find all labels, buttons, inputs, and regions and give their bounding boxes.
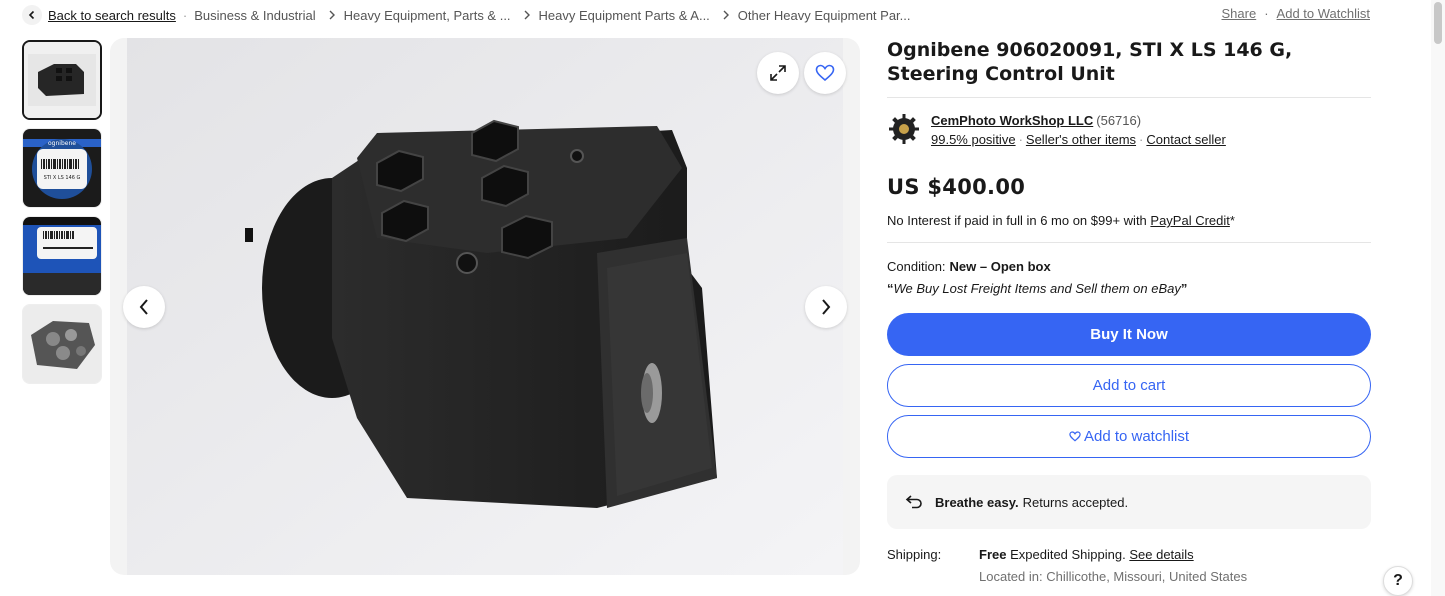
- thumbnail-3[interactable]: [22, 216, 102, 296]
- buy-it-now-button[interactable]: Buy It Now: [887, 313, 1371, 356]
- seller-avatar[interactable]: [887, 112, 921, 146]
- returns-icon: [905, 495, 922, 509]
- chevron-right-icon: [822, 299, 831, 315]
- thumbnail-2[interactable]: ognibene STI X LS 146 G: [22, 128, 102, 208]
- quote-close: ”: [1180, 281, 1188, 296]
- seller-note-text: We Buy Lost Freight Items and Sell them …: [893, 281, 1181, 296]
- paypal-credit-link[interactable]: PayPal Credit: [1150, 213, 1229, 228]
- back-chevron-icon[interactable]: [22, 5, 42, 25]
- expand-button[interactable]: [757, 52, 799, 94]
- thumbnail-1[interactable]: [22, 40, 102, 120]
- shipping-info: Shipping: Free Expedited Shipping. See d…: [887, 547, 1371, 584]
- seller-note: “We Buy Lost Freight Items and Sell them…: [887, 281, 1371, 296]
- product-photo: [127, 38, 843, 575]
- divider: [887, 242, 1371, 243]
- thumbnail-strip: ognibene STI X LS 146 G: [22, 40, 102, 392]
- top-actions: Share · Add to Watchlist: [1222, 6, 1371, 21]
- scrollbar-thumb[interactable]: [1434, 2, 1442, 44]
- help-button[interactable]: ?: [1383, 566, 1413, 596]
- listing-title: Ognibene 906020091, STI X LS 146 G, Stee…: [887, 39, 1293, 85]
- add-to-watchlist-button[interactable]: Add to watchlist: [887, 415, 1371, 458]
- thumbnail-brand-text: ognibene: [48, 140, 76, 147]
- heart-icon: [815, 64, 835, 82]
- scrollbar[interactable]: [1431, 0, 1445, 596]
- separator-dot: ·: [1139, 132, 1144, 147]
- contact-seller-link[interactable]: Contact seller: [1146, 132, 1225, 147]
- item-location: Located in: Chillicothe, Missouri, Unite…: [979, 569, 1248, 584]
- condition: Condition: New – Open box: [887, 259, 1371, 274]
- breadcrumb: Back to search results · Business & Indu…: [22, 4, 911, 26]
- divider: [887, 97, 1371, 98]
- thumbnail-label-text: STI X LS 146 G: [44, 175, 81, 181]
- share-link[interactable]: Share: [1222, 6, 1257, 21]
- returns-bold-text: Breathe easy.: [935, 494, 1019, 510]
- see-details-link[interactable]: See details: [1129, 547, 1193, 562]
- financing-asterisk: *: [1229, 213, 1235, 228]
- condition-value: New – Open box: [949, 259, 1051, 274]
- save-heart-button[interactable]: [804, 52, 846, 94]
- seller-other-items-link[interactable]: Seller's other items: [1026, 132, 1136, 147]
- chevron-right-icon: [722, 10, 730, 20]
- heart-icon: [1069, 431, 1081, 442]
- seller-name-link[interactable]: CemPhoto WorkShop LLC: [931, 113, 1093, 128]
- separator-dot: ·: [1018, 132, 1023, 147]
- thumbnail-4[interactable]: [22, 304, 102, 384]
- financing-text: No Interest if paid in full in 6 mo on $…: [887, 213, 1151, 228]
- breadcrumb-item-heavy-equipment-parts[interactable]: Heavy Equipment Parts & A...: [539, 8, 710, 23]
- add-to-watchlist-label: Add to watchlist: [1083, 428, 1190, 445]
- add-to-cart-button[interactable]: Add to cart: [887, 364, 1371, 407]
- next-image-button[interactable]: [805, 286, 847, 328]
- condition-label: Condition:: [887, 259, 946, 274]
- shipping-label: Shipping:: [887, 547, 942, 562]
- financing-info: No Interest if paid in full in 6 mo on $…: [887, 213, 1371, 228]
- shipping-method: Expedited Shipping.: [1006, 547, 1130, 562]
- previous-image-button[interactable]: [123, 286, 165, 328]
- listing-details: Ognibene 906020091, STI X LS 146 G, Stee…: [887, 38, 1371, 584]
- separator-dot: ·: [1264, 6, 1269, 21]
- price: US $400.00: [887, 175, 1026, 199]
- seller-positive-link[interactable]: 99.5% positive: [931, 132, 1016, 147]
- returns-banner: Breathe easy. Returns accepted.: [887, 475, 1371, 529]
- chevron-right-icon: [523, 10, 531, 20]
- shipping-free: Free: [979, 547, 1007, 562]
- returns-text: Returns accepted.: [1022, 494, 1129, 510]
- seller-feedback-count[interactable]: (56716): [1096, 113, 1141, 128]
- main-image-viewer[interactable]: [110, 38, 860, 575]
- expand-icon: [770, 65, 786, 81]
- breadcrumb-separator: ·: [182, 7, 188, 23]
- back-to-search-link[interactable]: Back to search results: [48, 8, 176, 23]
- breadcrumb-item-business-industrial[interactable]: Business & Industrial: [194, 8, 315, 23]
- chevron-left-icon: [139, 299, 148, 315]
- breadcrumb-item-other-parts[interactable]: Other Heavy Equipment Par...: [738, 8, 911, 23]
- breadcrumb-item-heavy-equipment[interactable]: Heavy Equipment, Parts & ...: [344, 8, 511, 23]
- add-to-watchlist-link[interactable]: Add to Watchlist: [1277, 6, 1370, 21]
- chevron-right-icon: [328, 10, 336, 20]
- seller-info: CemPhoto WorkShop LLC (56716) 99.5% posit…: [887, 112, 1371, 147]
